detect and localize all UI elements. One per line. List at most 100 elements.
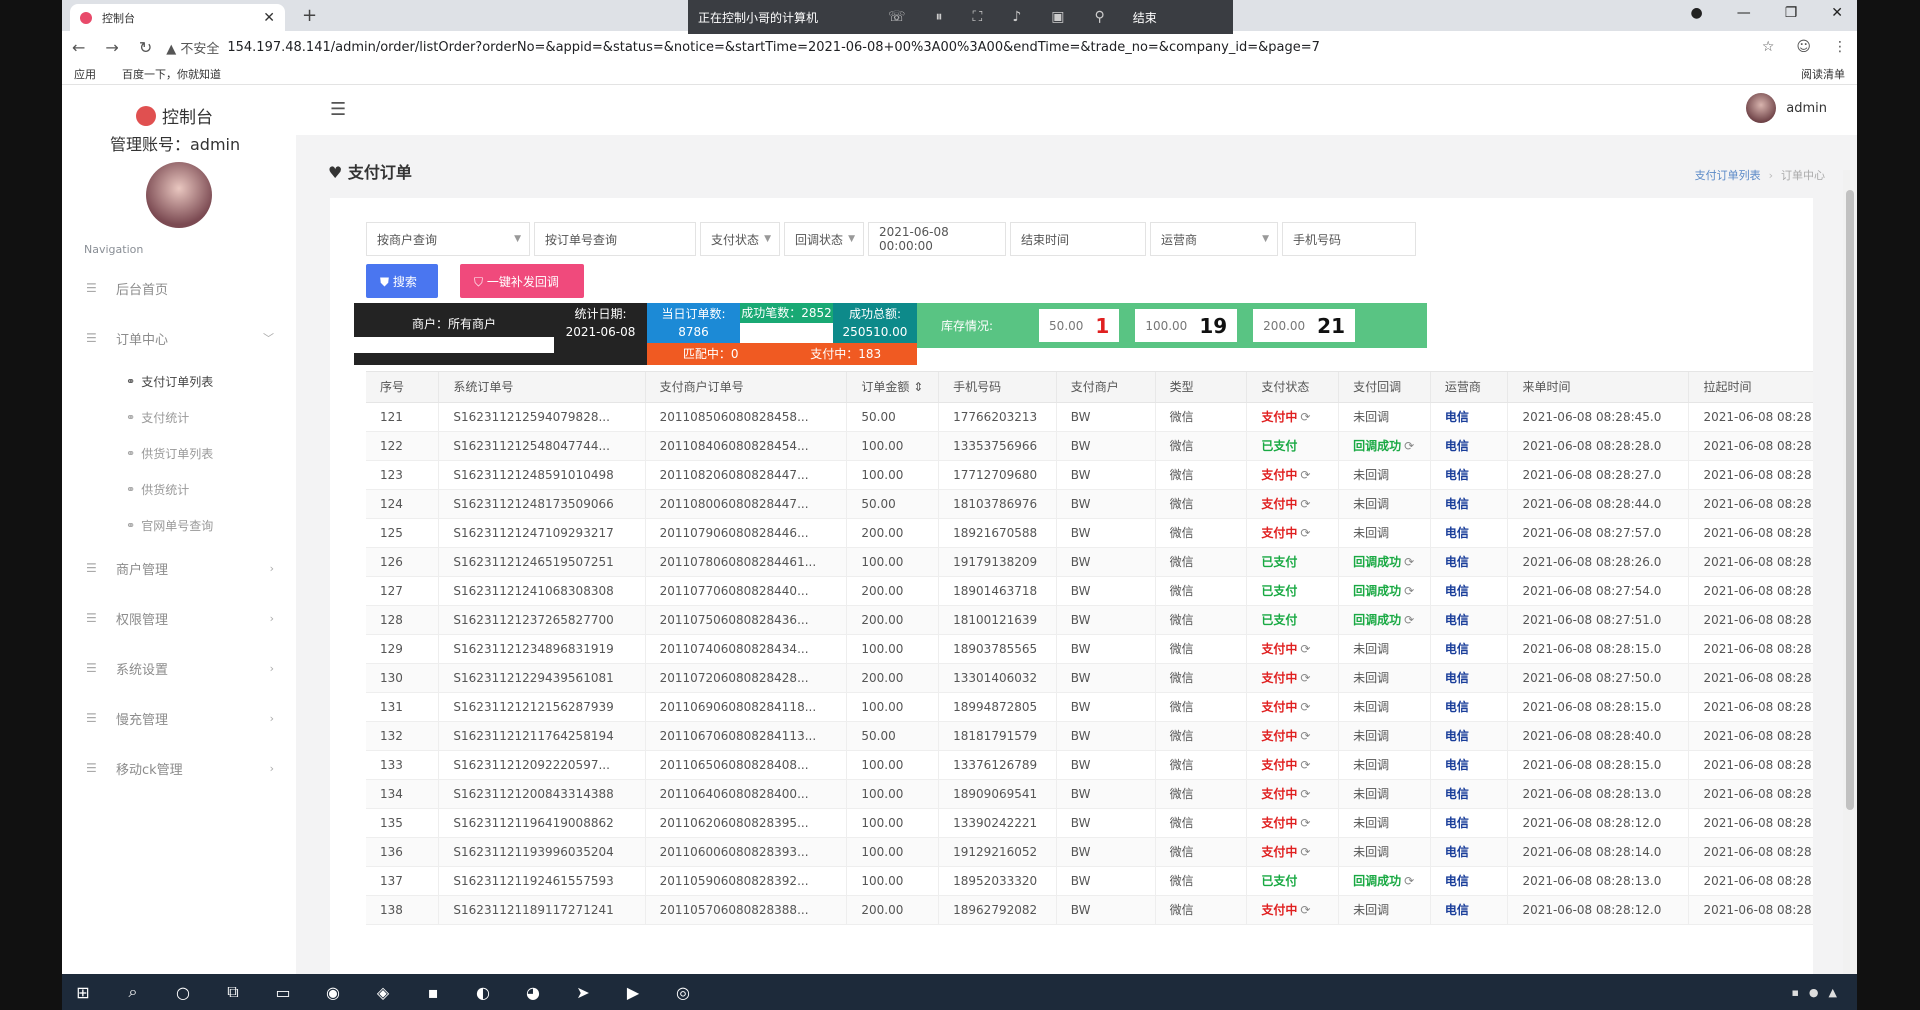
- user-menu[interactable]: admin: [1746, 93, 1827, 123]
- pin-icon[interactable]: ⚲: [1095, 9, 1105, 25]
- close-tab-icon[interactable]: ✕: [263, 10, 275, 26]
- app-icon[interactable]: ◈: [372, 981, 394, 1003]
- table-row[interactable]: 131 S16231121212156287939 2011069060808284…: [366, 692, 1813, 722]
- close-window-icon[interactable]: ✕: [1831, 5, 1843, 21]
- table-row[interactable]: 128 S16231121237265827700 2011075060808284…: [366, 605, 1813, 635]
- refresh-icon[interactable]: ⟳: [1300, 845, 1310, 859]
- refresh-icon[interactable]: ⟳: [1404, 613, 1414, 627]
- refresh-icon[interactable]: ⟳: [1300, 903, 1310, 917]
- table-row[interactable]: 137 S16231121192461557593 2011059060808283…: [366, 866, 1813, 896]
- end-time-input[interactable]: 结束时间: [1010, 222, 1146, 256]
- task-view-icon[interactable]: ⧉: [222, 981, 244, 1003]
- refresh-icon[interactable]: ⟳: [1300, 729, 1310, 743]
- column-header[interactable]: 订单金额 ⇕: [846, 372, 940, 403]
- chrome-icon[interactable]: ◎: [672, 981, 694, 1003]
- refresh-icon[interactable]: ⟳: [1404, 584, 1414, 598]
- sidebar-item-mobile-ck[interactable]: ☰ 移动ck管理 ›: [62, 743, 296, 793]
- refresh-icon[interactable]: ⟳: [1300, 497, 1310, 511]
- menu-kebab-icon[interactable]: ⋮: [1833, 39, 1847, 55]
- sidebar-sub-pay-orders[interactable]: ⚭ 支付订单列表: [62, 363, 296, 399]
- table-row[interactable]: 127 S16231121241068308308 2011077060808284…: [366, 576, 1813, 606]
- windows-start-icon[interactable]: ⊞: [72, 981, 94, 1003]
- table-row[interactable]: 134 S16231121200843314388 2011064060808284…: [366, 779, 1813, 809]
- page-scrollbar[interactable]: [1843, 170, 1857, 1010]
- callback-status-select[interactable]: 回调状态 ▼: [784, 222, 864, 256]
- sidebar-item-slow-charge[interactable]: ☰ 慢充管理 ›: [62, 693, 296, 743]
- screen-icon[interactable]: ▣: [1051, 9, 1064, 25]
- app-icon[interactable]: ◉: [322, 981, 344, 1003]
- sidebar-item-home[interactable]: ☰ 后台首页: [62, 263, 296, 313]
- table-row[interactable]: 133 S162311212092220597... 201106506080828…: [366, 750, 1813, 780]
- media-icon[interactable]: ▶: [622, 981, 644, 1003]
- sidebar-sub-supply-orders[interactable]: ⚭ 供货订单列表: [62, 435, 296, 471]
- end-remote-button[interactable]: 结束: [1133, 9, 1157, 26]
- table-row[interactable]: 130 S16231121229439561081 2011072060808284…: [366, 663, 1813, 693]
- bookmark-apps[interactable]: 应用: [74, 66, 96, 82]
- fullscreen-icon[interactable]: ⛶: [973, 9, 983, 25]
- qq-icon[interactable]: ◕: [522, 981, 544, 1003]
- refresh-icon[interactable]: ⟳: [1404, 555, 1414, 569]
- telegram-icon[interactable]: ➤: [572, 981, 594, 1003]
- refresh-icon[interactable]: ⟳: [1300, 642, 1310, 656]
- table-row[interactable]: 132 S16231121211764258194 2011067060808284…: [366, 721, 1813, 751]
- order-no-input[interactable]: 按订单号查询: [534, 222, 696, 256]
- reload-icon[interactable]: ↻: [139, 38, 152, 57]
- bookmark-star-icon[interactable]: ☆: [1762, 39, 1775, 55]
- operator-select[interactable]: 运营商 ▼: [1150, 222, 1278, 256]
- refresh-icon[interactable]: ⟳: [1300, 410, 1310, 424]
- table-row[interactable]: 136 S16231121193996035204 2011060060808283…: [366, 837, 1813, 867]
- tray-icon[interactable]: ▪: [1791, 986, 1798, 999]
- refresh-icon[interactable]: ⟳: [1300, 526, 1310, 540]
- refresh-icon[interactable]: ⟳: [1300, 758, 1310, 772]
- table-row[interactable]: 123 S16231121248591010498 2011082060808284…: [366, 460, 1813, 490]
- avatar[interactable]: [146, 162, 212, 228]
- phone-icon[interactable]: ☏: [888, 9, 906, 25]
- sidebar-item-orders[interactable]: ☰ 订单中心 ﹀: [62, 313, 296, 363]
- terminal-icon[interactable]: ▪: [422, 981, 444, 1003]
- table-row[interactable]: 138 S16231121189117271241 2011057060808283…: [366, 895, 1813, 925]
- restore-icon[interactable]: ❐: [1785, 5, 1798, 21]
- phone-input[interactable]: 手机号码: [1282, 222, 1416, 256]
- file-explorer-icon[interactable]: ▭: [272, 981, 294, 1003]
- table-row[interactable]: 125 S16231121247109293217 2011079060808284…: [366, 518, 1813, 548]
- volume-icon[interactable]: ♪: [1012, 9, 1021, 25]
- table-row[interactable]: 121 S16231121259407982​8... 20110850608082…: [366, 402, 1813, 432]
- profile-dot-icon[interactable]: ●: [1690, 5, 1702, 21]
- browser-tab[interactable]: 控制台 ✕: [70, 4, 285, 31]
- sidebar-item-settings[interactable]: ☰ 系统设置 ›: [62, 643, 296, 693]
- pay-status-select[interactable]: 支付状态 ▼: [700, 222, 780, 256]
- refresh-icon[interactable]: ⟳: [1300, 816, 1310, 830]
- account-icon[interactable]: ☺: [1796, 39, 1811, 55]
- refresh-icon[interactable]: ⟳: [1300, 671, 1310, 685]
- app-icon[interactable]: ◐: [472, 981, 494, 1003]
- merchant-select[interactable]: 按商户查询 ▼: [366, 222, 530, 256]
- refresh-icon[interactable]: ⟳: [1300, 700, 1310, 714]
- cortana-icon[interactable]: ○: [172, 981, 194, 1003]
- sidebar-sub-pay-stats[interactable]: ⚭ 支付统计: [62, 399, 296, 435]
- tray-icon[interactable]: ●: [1809, 986, 1819, 999]
- table-row[interactable]: 124 S16231121248173509066 2011080060808284…: [366, 489, 1813, 519]
- url-field[interactable]: 154.197.48.141/admin/order/listOrder?ord…: [227, 40, 1320, 55]
- search-icon[interactable]: ⌕: [122, 981, 144, 1003]
- refresh-icon[interactable]: ⟳: [1404, 439, 1414, 453]
- table-row[interactable]: 129 S16231121234896831919 2011074060808284…: [366, 634, 1813, 664]
- new-tab-button[interactable]: +: [302, 5, 317, 26]
- sidebar-item-permissions[interactable]: ☰ 权限管理 ›: [62, 593, 296, 643]
- breadcrumb-link[interactable]: 支付订单列表: [1695, 169, 1761, 182]
- forward-icon[interactable]: →: [105, 38, 118, 57]
- table-row[interactable]: 135 S16231121196419008862 2011062060808283…: [366, 808, 1813, 838]
- refresh-icon[interactable]: ⟳: [1300, 787, 1310, 801]
- sidebar-sub-supply-stats[interactable]: ⚭ 供货统计: [62, 471, 296, 507]
- scrollbar-thumb[interactable]: [1846, 190, 1854, 810]
- tray-icon[interactable]: ▲: [1829, 986, 1837, 999]
- pause-icon[interactable]: ⏸: [936, 9, 943, 25]
- back-icon[interactable]: ←: [72, 38, 85, 57]
- table-row[interactable]: 122 S1623112125480477​44... 20110840608082…: [366, 431, 1813, 461]
- refresh-icon[interactable]: ⟳: [1300, 468, 1310, 482]
- refresh-icon[interactable]: ⟳: [1404, 874, 1414, 888]
- sidebar-sub-official-query[interactable]: ⚭ 官网单号查询: [62, 507, 296, 543]
- hamburger-menu-icon[interactable]: ☰: [330, 99, 346, 120]
- minimize-icon[interactable]: —: [1737, 5, 1751, 21]
- resend-callback-button[interactable]: ⛉ 一键补发回调: [460, 264, 584, 298]
- start-time-input[interactable]: 2021-06-08 00:00:00: [868, 222, 1006, 256]
